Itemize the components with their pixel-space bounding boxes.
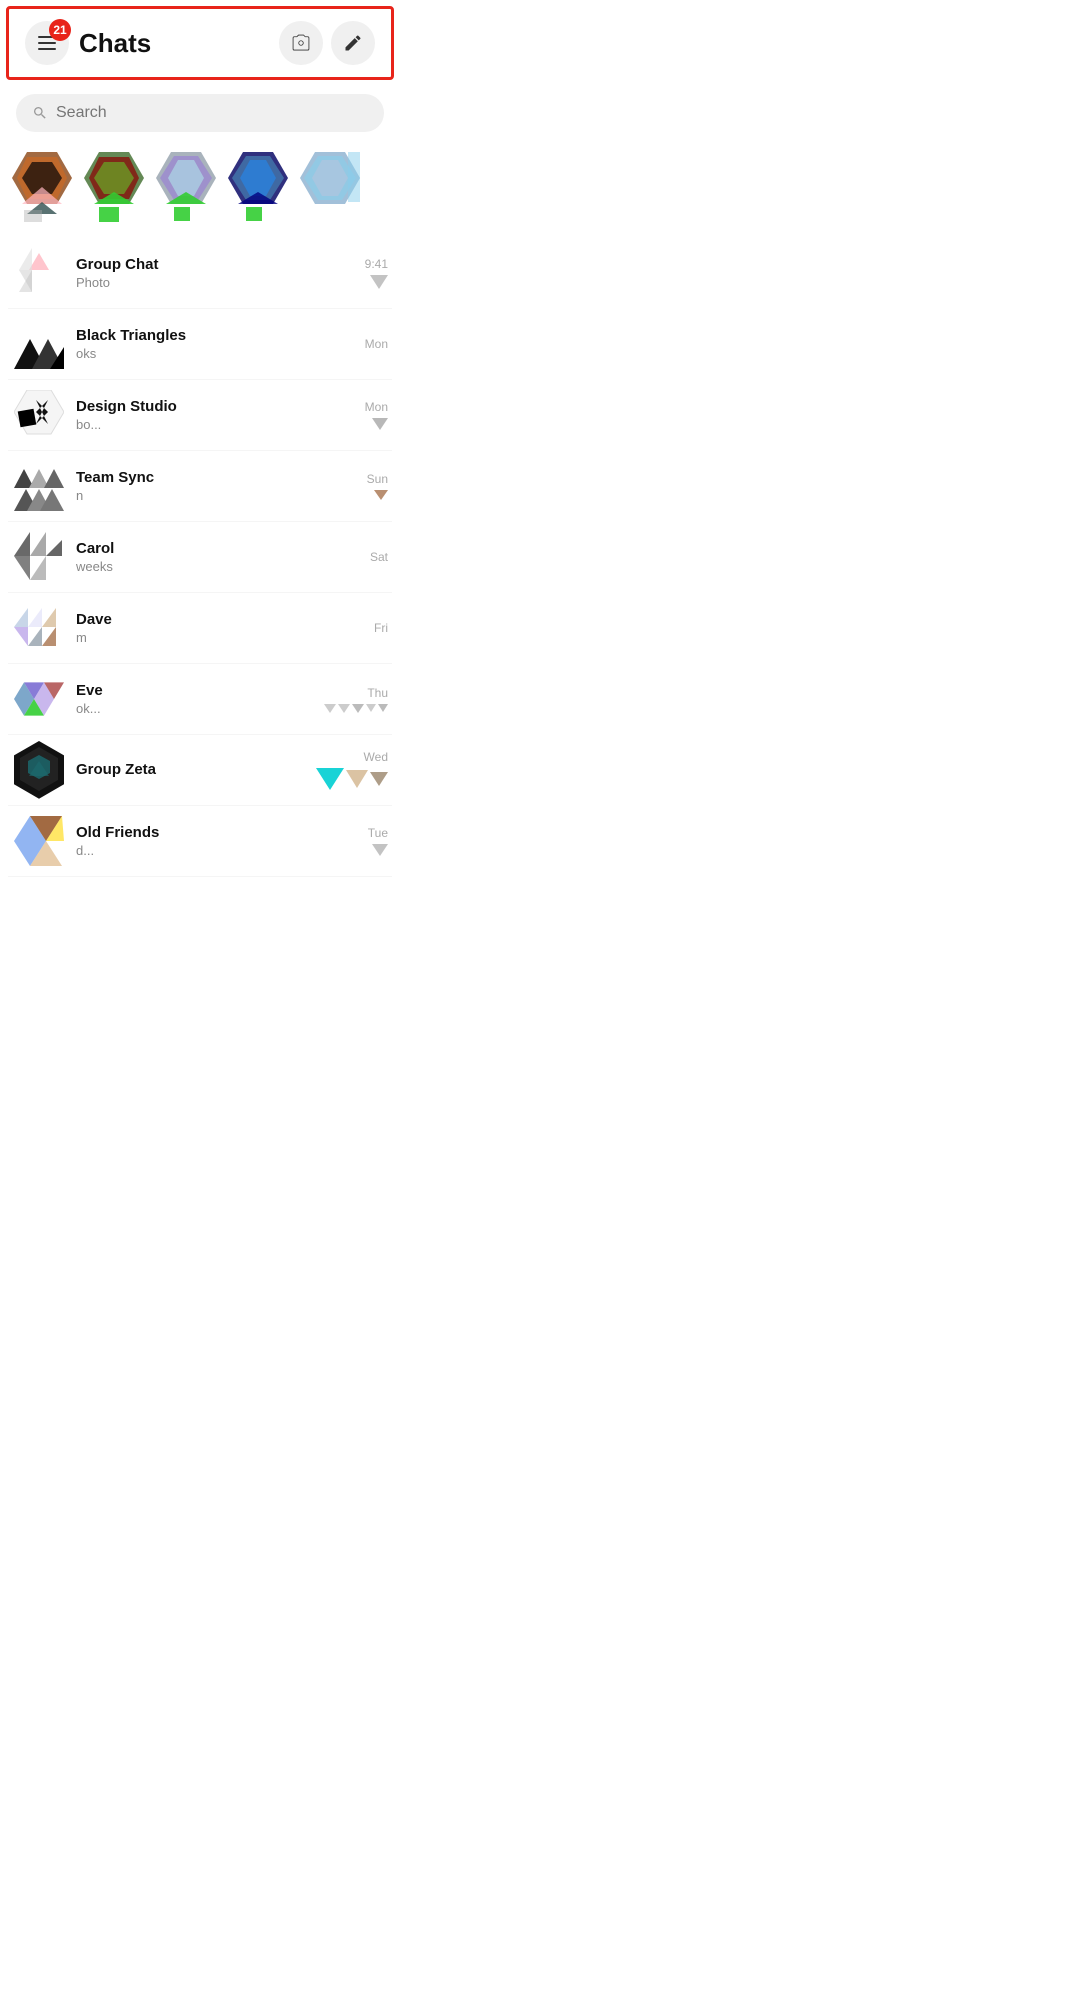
- notification-badge: 21: [49, 19, 71, 41]
- chat-name: Black Triangles: [76, 327, 355, 344]
- chat-message: oks: [76, 346, 355, 361]
- menu-button[interactable]: 21: [25, 21, 69, 65]
- story-avatar-1: [12, 152, 72, 222]
- chat-name: Group Zeta: [76, 761, 306, 778]
- story-item[interactable]: [228, 152, 288, 222]
- chat-item[interactable]: Group Zeta Wed: [8, 735, 392, 806]
- chat-time: Fri: [374, 621, 388, 635]
- chat-time: Mon: [365, 337, 388, 351]
- chat-info: Dave m: [66, 611, 374, 645]
- avatar: [12, 743, 66, 797]
- status-icon: [370, 275, 388, 289]
- chat-item[interactable]: Design Studio bo... Mon: [8, 380, 392, 451]
- avatar: [12, 672, 66, 726]
- chat-time: Sat: [370, 550, 388, 564]
- status-indicator: [372, 418, 388, 430]
- search-container: [0, 86, 400, 144]
- chat-name: Dave: [76, 611, 364, 628]
- chat-time: Wed: [364, 750, 388, 764]
- chat-info: Group Chat Photo: [66, 256, 365, 290]
- story-item[interactable]: [300, 152, 360, 222]
- chat-item[interactable]: Team Sync n Sun: [8, 451, 392, 522]
- avatar: [12, 601, 66, 655]
- chat-meta: Sat: [370, 550, 388, 564]
- chat-name: Carol: [76, 540, 360, 557]
- chat-name: Eve: [76, 682, 314, 699]
- avatar: [12, 388, 66, 442]
- chat-time: 9:41: [365, 257, 388, 271]
- chat-message: d...: [76, 843, 358, 858]
- camera-icon: [291, 33, 311, 53]
- chat-item[interactable]: Dave m Fri: [8, 593, 392, 664]
- chat-message: ok...: [76, 701, 314, 716]
- chat-info: Design Studio bo...: [66, 398, 365, 432]
- chat-info: Group Zeta: [66, 761, 316, 780]
- header-left: 21 Chats: [25, 21, 279, 65]
- page-title: Chats: [79, 28, 151, 59]
- chat-meta: Thu: [324, 686, 388, 713]
- avatar: [12, 246, 66, 300]
- chat-info: Black Triangles oks: [66, 327, 365, 361]
- chat-name: Group Chat: [76, 256, 355, 273]
- camera-button[interactable]: [279, 21, 323, 65]
- chat-message: bo...: [76, 417, 355, 432]
- chat-meta: Mon: [365, 400, 388, 430]
- chat-item[interactable]: Carol weeks Sat: [8, 522, 392, 593]
- story-avatar-2: [84, 152, 144, 222]
- chat-time: Thu: [367, 686, 388, 700]
- chat-message: weeks: [76, 559, 360, 574]
- story-avatar-4: [228, 152, 288, 222]
- story-avatar-3: [156, 152, 216, 222]
- chat-meta: Wed: [316, 750, 388, 790]
- chat-meta: Tue: [368, 826, 388, 856]
- status-indicator: [374, 490, 388, 500]
- compose-button[interactable]: [331, 21, 375, 65]
- story-item[interactable]: [84, 152, 144, 222]
- chat-meta: 9:41: [365, 257, 388, 289]
- chat-info: Team Sync n: [66, 469, 367, 503]
- story-item[interactable]: [12, 152, 72, 222]
- avatar: [12, 317, 66, 371]
- header: 21 Chats: [6, 6, 394, 80]
- search-icon: [32, 105, 48, 121]
- chat-meta: Sun: [367, 472, 388, 500]
- chat-item[interactable]: Eve ok... Thu: [8, 664, 392, 735]
- chat-message: m: [76, 630, 364, 645]
- status-indicator: [372, 844, 388, 856]
- chat-time: Sun: [367, 472, 388, 486]
- avatar: [12, 459, 66, 513]
- chat-info: Eve ok...: [66, 682, 324, 716]
- story-item[interactable]: [156, 152, 216, 222]
- story-avatar-5: [300, 152, 360, 222]
- stories-row: [0, 144, 400, 238]
- chat-message: Photo: [76, 275, 355, 290]
- chat-name: Team Sync: [76, 469, 357, 486]
- chat-item[interactable]: Old Friends d... Tue: [8, 806, 392, 877]
- header-actions: [279, 21, 375, 65]
- avatar: [12, 530, 66, 584]
- chat-info: Old Friends d...: [66, 824, 368, 858]
- avatar: [12, 814, 66, 868]
- chat-time: Mon: [365, 400, 388, 414]
- search-bar[interactable]: [16, 94, 384, 132]
- chat-info: Carol weeks: [66, 540, 370, 574]
- chat-item[interactable]: Black Triangles oks Mon: [8, 309, 392, 380]
- chat-name: Design Studio: [76, 398, 355, 415]
- compose-icon: [343, 33, 363, 53]
- chat-time: Tue: [368, 826, 388, 840]
- chat-list: Group Chat Photo 9:41 Black Triangles ok…: [0, 238, 400, 877]
- chat-meta: Mon: [365, 337, 388, 351]
- chat-meta: Fri: [374, 621, 388, 635]
- chat-name: Old Friends: [76, 824, 358, 841]
- chat-item[interactable]: Group Chat Photo 9:41: [8, 238, 392, 309]
- search-input[interactable]: [56, 104, 368, 122]
- chat-message: n: [76, 488, 357, 503]
